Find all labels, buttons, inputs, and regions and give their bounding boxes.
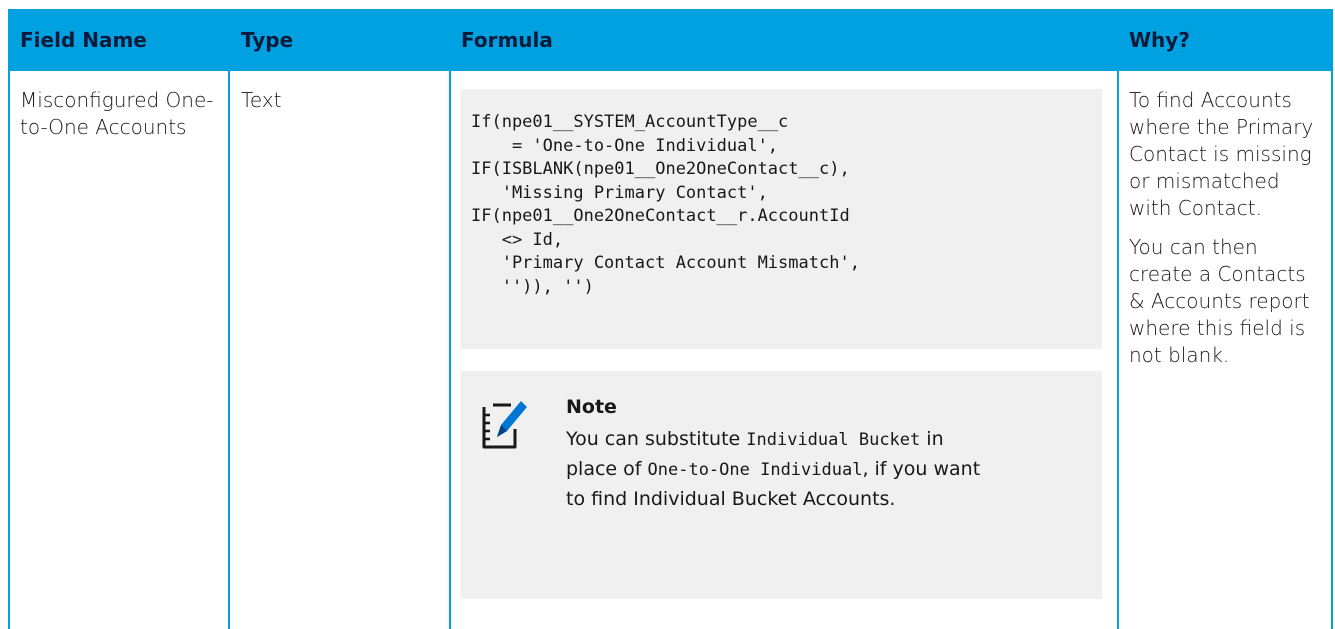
note-pencil-icon — [482, 401, 527, 449]
table-header: Field Name Type Formula Why? — [8, 9, 1333, 71]
header-type: Type — [241, 28, 294, 52]
column-border-right — [1331, 71, 1333, 629]
formula-code: If(npe01__SYSTEM_AccountType__c = 'One-t… — [471, 112, 860, 297]
note-callout: Note You can substitute Individual Bucke… — [461, 371, 1102, 599]
why-paragraph-2: You can then create a Contacts & Account… — [1129, 235, 1310, 367]
header-formula: Formula — [461, 28, 553, 52]
cell-field-name: Misconfigured One-to-One Accounts — [20, 88, 214, 139]
header-why: Why? — [1129, 28, 1190, 52]
column-border-2 — [449, 71, 451, 629]
why-paragraph-1: To find Accounts where the Primary Conta… — [1129, 88, 1314, 220]
column-border-left — [8, 71, 10, 629]
formula-table: Field Name Type Formula Why? Misconfigur… — [8, 9, 1333, 629]
note-code-1: Individual Bucket — [746, 430, 921, 450]
formula-code-block: If(npe01__SYSTEM_AccountType__c = 'One-t… — [461, 89, 1102, 349]
cell-type: Text — [241, 88, 282, 112]
column-border-1 — [228, 71, 230, 629]
note-body: You can substitute Individual Bucket in … — [566, 425, 986, 514]
note-title: Note — [566, 396, 617, 418]
cell-why: To find Accounts where the Primary Conta… — [1129, 87, 1325, 369]
header-field-name: Field Name — [20, 28, 147, 52]
column-border-3 — [1117, 71, 1119, 629]
note-code-2: One-to-One Individual — [647, 460, 863, 480]
note-text-1: You can substitute — [566, 428, 747, 450]
